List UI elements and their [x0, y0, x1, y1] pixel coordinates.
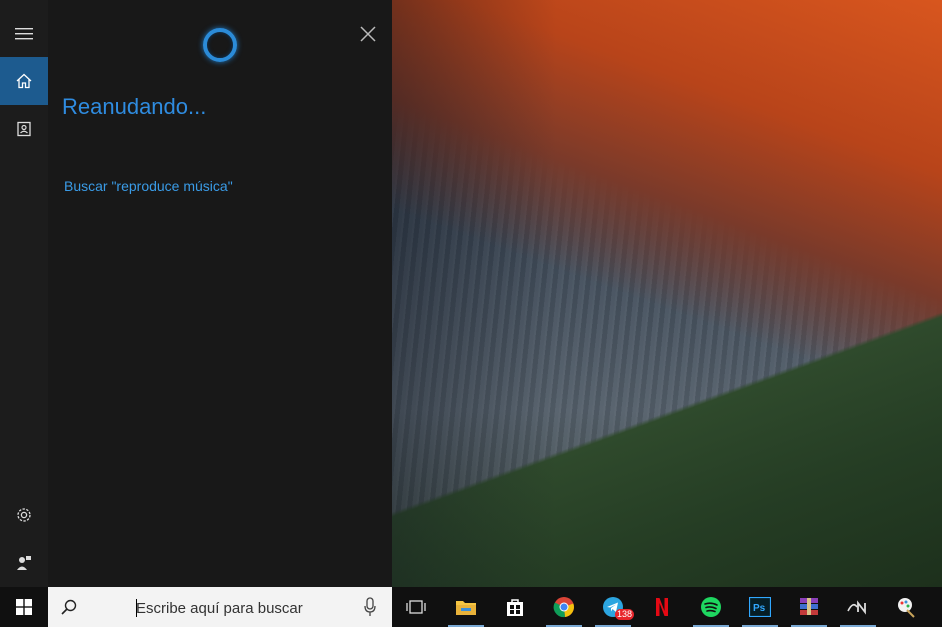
- netflix-icon: [656, 598, 668, 616]
- paint-icon: [898, 598, 915, 618]
- rail-settings-button[interactable]: [0, 491, 48, 539]
- taskbar-search-box[interactable]: [48, 587, 392, 627]
- winrar-icon: [800, 598, 818, 615]
- microphone-icon[interactable]: [364, 597, 376, 617]
- start-button[interactable]: [0, 587, 48, 627]
- search-icon: [61, 599, 77, 615]
- close-icon: [360, 26, 376, 42]
- task-view-icon: [406, 600, 426, 614]
- spotify-icon: [701, 597, 721, 617]
- gear-icon: [17, 508, 31, 522]
- store-button[interactable]: [491, 587, 539, 627]
- cortana-status-title: Reanudando...: [62, 94, 207, 119]
- chrome-icon: [553, 597, 574, 618]
- rail-feedback-button[interactable]: [0, 539, 48, 587]
- app-last-button[interactable]: [882, 587, 930, 627]
- notebook-icon: [17, 121, 31, 137]
- cortana-left-rail: [0, 0, 48, 587]
- text-caret: [136, 599, 137, 617]
- cortana-panel: Reanudando... Buscar "reproduce música": [48, 0, 392, 587]
- winrar-button[interactable]: [785, 587, 833, 627]
- spotify-button[interactable]: [687, 587, 735, 627]
- folder-icon: [456, 601, 476, 615]
- cortana-ring-icon: [203, 28, 237, 62]
- close-button[interactable]: [354, 20, 382, 48]
- desktop-wallpaper: [392, 0, 942, 587]
- netflix-button[interactable]: [638, 587, 686, 627]
- rail-notebook-button[interactable]: [0, 105, 48, 153]
- app-n-button[interactable]: [834, 587, 882, 627]
- telegram-button[interactable]: 138: [589, 587, 637, 627]
- telegram-badge: 138: [615, 609, 635, 620]
- search-input[interactable]: [136, 597, 386, 619]
- store-bag-icon: [507, 599, 523, 616]
- svg-text:Ps: Ps: [753, 603, 766, 614]
- photoshop-button[interactable]: Ps: [736, 587, 784, 627]
- home-icon: [16, 73, 32, 89]
- file-explorer-button[interactable]: [442, 587, 490, 627]
- feedback-icon: [17, 556, 31, 570]
- taskbar: 138 Ps: [0, 587, 942, 627]
- search-suggestion-link[interactable]: Buscar "reproduce música": [64, 178, 233, 194]
- app-n-icon: [847, 600, 866, 615]
- task-view-button[interactable]: [392, 587, 440, 627]
- chrome-button[interactable]: [540, 587, 588, 627]
- windows-logo-icon: [16, 599, 32, 615]
- hamburger-menu-button[interactable]: [0, 10, 48, 58]
- rail-home-button[interactable]: [0, 57, 48, 105]
- photoshop-icon: Ps: [749, 597, 771, 617]
- hamburger-icon: [15, 28, 33, 40]
